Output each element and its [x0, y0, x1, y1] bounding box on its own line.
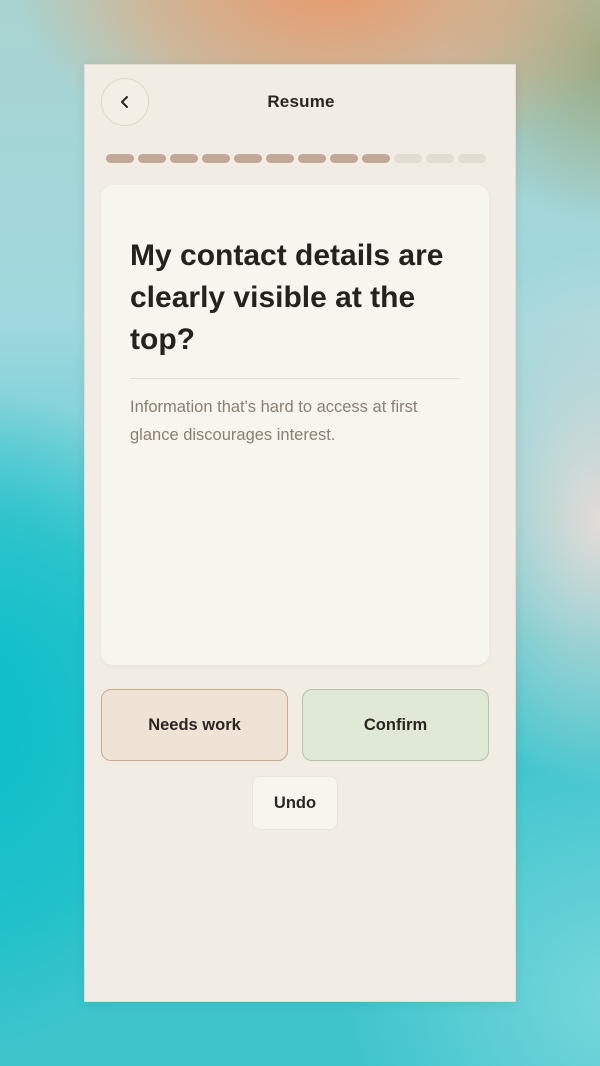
question-card: My contact details are clearly visible a…	[101, 185, 489, 665]
progress-segment	[394, 154, 422, 163]
divider	[130, 378, 460, 379]
resume-checklist-panel: Resume My contact details are clearly vi…	[84, 64, 516, 1002]
needs-work-label: Needs work	[148, 715, 241, 734]
progress-bar	[106, 154, 486, 164]
confirm-label: Confirm	[363, 715, 428, 734]
progress-segment	[234, 154, 262, 163]
progress-segment	[106, 154, 134, 163]
progress-segment	[362, 154, 390, 163]
undo-button[interactable]: Undo	[252, 776, 338, 830]
progress-segment	[170, 154, 198, 163]
progress-segment	[202, 154, 230, 163]
progress-segment	[298, 154, 326, 163]
question-text: My contact details are clearly visible a…	[130, 239, 444, 356]
progress-segment	[458, 154, 486, 163]
undo-label: Undo	[273, 793, 317, 812]
progress-segment	[266, 154, 294, 163]
progress-segment	[138, 154, 166, 163]
progress-segment	[426, 154, 454, 163]
page-title: Resume	[267, 92, 335, 111]
header: Resume	[85, 65, 517, 139]
question-hint: Information that's hard to access at fir…	[130, 398, 418, 444]
needs-work-button[interactable]: Needs work	[101, 689, 288, 761]
progress-segment	[330, 154, 358, 163]
confirm-button[interactable]: Confirm	[302, 689, 489, 761]
